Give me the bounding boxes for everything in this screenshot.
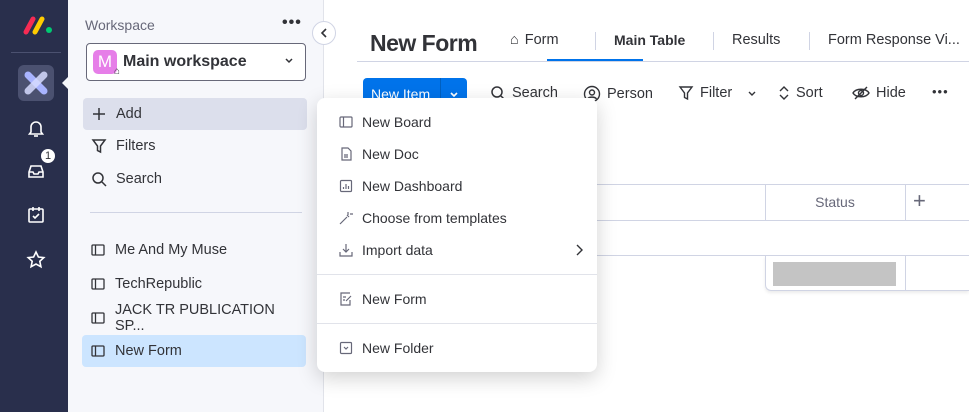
search-icon bbox=[91, 171, 107, 187]
home-icon: ⌂ bbox=[113, 66, 120, 77]
chevron-down-icon bbox=[283, 54, 295, 66]
workmanagement-icon[interactable] bbox=[18, 65, 54, 101]
add-label: Add bbox=[116, 106, 142, 122]
chevron-down-icon[interactable] bbox=[746, 87, 758, 99]
divider bbox=[317, 323, 597, 324]
table: Status + bbox=[597, 184, 969, 291]
board-icon bbox=[90, 276, 106, 292]
workspace-selector[interactable]: M ⌂ Main workspace bbox=[86, 43, 306, 81]
monday-logo[interactable] bbox=[22, 15, 54, 35]
filters-label: Filters bbox=[116, 138, 156, 154]
menu-label: Choose from templates bbox=[362, 210, 507, 226]
item-label: Me And My Muse bbox=[115, 242, 228, 258]
filter-icon bbox=[678, 85, 694, 101]
divider bbox=[90, 212, 302, 213]
chevron-right-icon bbox=[575, 244, 583, 256]
bell-icon[interactable] bbox=[24, 116, 48, 140]
divider bbox=[713, 32, 714, 50]
active-tab-indicator bbox=[547, 59, 643, 61]
menu-item-new-form[interactable]: New Form bbox=[317, 283, 597, 315]
collapse-sidebar-button[interactable] bbox=[312, 21, 336, 45]
tab-results[interactable]: Results bbox=[732, 32, 780, 48]
hide-label: Hide bbox=[876, 85, 906, 101]
board-icon bbox=[339, 115, 353, 129]
filter-icon bbox=[91, 138, 107, 154]
sort-button[interactable]: Sort bbox=[778, 85, 823, 101]
workspace-avatar: M ⌂ bbox=[93, 50, 120, 77]
workspace-initial: M bbox=[97, 52, 113, 71]
column-header-status[interactable]: Status bbox=[765, 194, 905, 210]
eye-off-icon bbox=[852, 85, 870, 101]
tab-main-table[interactable]: Main Table bbox=[614, 32, 685, 48]
more-options-button[interactable]: ••• bbox=[932, 84, 949, 99]
search-label: Search bbox=[116, 171, 162, 187]
menu-item-new-folder[interactable]: New Folder bbox=[317, 332, 597, 364]
tab-form[interactable]: ⌂ Form bbox=[510, 32, 559, 48]
filter-button[interactable]: Filter bbox=[678, 85, 758, 101]
board-title: New Form bbox=[370, 30, 478, 56]
board-icon bbox=[90, 310, 106, 326]
add-button[interactable]: Add bbox=[83, 98, 307, 130]
person-label: Person bbox=[607, 86, 653, 102]
menu-item-new-dashboard[interactable]: New Dashboard bbox=[317, 170, 597, 202]
dashboard-icon bbox=[339, 179, 353, 193]
menu-label: New Folder bbox=[362, 340, 434, 356]
menu-label: New Form bbox=[362, 291, 427, 307]
star-icon[interactable] bbox=[24, 248, 48, 272]
item-label: JACK TR PUBLICATION SP... bbox=[115, 302, 275, 334]
item-label: New Form bbox=[115, 343, 182, 359]
menu-label: New Doc bbox=[362, 146, 419, 162]
sidebar-item-board[interactable]: JACK TR PUBLICATION SP... bbox=[82, 302, 306, 334]
sidebar-item-new-form[interactable]: New Form bbox=[82, 335, 306, 367]
menu-label: New Dashboard bbox=[362, 178, 463, 194]
doc-icon bbox=[339, 147, 353, 161]
workspace-options-button[interactable]: ••• bbox=[282, 14, 302, 32]
filters-button[interactable]: Filters bbox=[83, 130, 307, 162]
tab-label: Form bbox=[524, 32, 559, 48]
menu-item-new-doc[interactable]: New Doc bbox=[317, 138, 597, 170]
filter-label: Filter bbox=[700, 85, 733, 101]
add-column-button[interactable]: + bbox=[913, 188, 926, 214]
divider bbox=[595, 32, 596, 50]
status-cell[interactable] bbox=[773, 262, 896, 286]
form-icon bbox=[339, 292, 353, 306]
divider bbox=[317, 274, 597, 275]
board-icon bbox=[90, 242, 106, 258]
workspace-label: Workspace bbox=[85, 17, 155, 33]
divider bbox=[809, 32, 810, 50]
sidebar-item-board[interactable]: Me And My Muse bbox=[82, 234, 306, 266]
divider bbox=[11, 52, 61, 53]
sort-label: Sort bbox=[796, 85, 823, 101]
sort-icon bbox=[778, 85, 790, 101]
board-icon bbox=[90, 343, 106, 359]
menu-item-import-data[interactable]: Import data bbox=[317, 234, 597, 266]
search-button[interactable]: Search bbox=[83, 163, 307, 195]
workspace-name: Main workspace bbox=[123, 53, 247, 70]
folder-icon bbox=[339, 341, 353, 355]
add-menu: New Board New Doc New Dashboard Choose f… bbox=[317, 98, 597, 372]
left-rail: 1 bbox=[0, 0, 68, 412]
workspace-sidebar: Workspace ••• M ⌂ Main workspace Add Filt… bbox=[68, 0, 324, 412]
hide-button[interactable]: Hide bbox=[852, 85, 906, 101]
menu-label: New Board bbox=[362, 114, 432, 130]
notification-badge: 1 bbox=[39, 147, 57, 165]
menu-item-templates[interactable]: Choose from templates bbox=[317, 202, 597, 234]
menu-item-new-board[interactable]: New Board bbox=[317, 106, 597, 138]
home-icon: ⌂ bbox=[510, 32, 519, 48]
tab-form-response[interactable]: Form Response Vi... bbox=[828, 32, 960, 48]
menu-label: Import data bbox=[362, 242, 433, 258]
calendar-check-icon[interactable] bbox=[24, 203, 48, 227]
magic-wand-icon bbox=[339, 211, 353, 225]
item-label: TechRepublic bbox=[115, 276, 203, 292]
tabs-divider bbox=[357, 61, 969, 62]
sidebar-item-board[interactable]: TechRepublic bbox=[82, 268, 306, 300]
download-icon bbox=[339, 243, 353, 257]
plus-icon bbox=[91, 106, 107, 122]
